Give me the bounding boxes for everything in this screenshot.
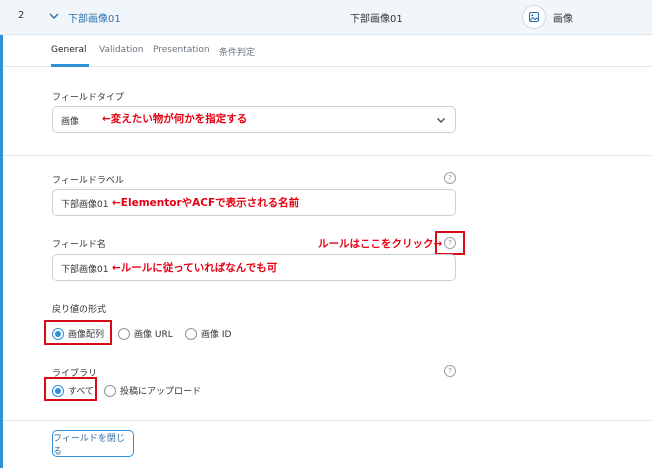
- radio-button[interactable]: [52, 327, 64, 340]
- annotation-help: ルールはここをクリック→: [318, 238, 443, 250]
- radio-label: 投稿にアップロード: [120, 387, 202, 397]
- active-field-indicator: [0, 35, 3, 468]
- tab-validation[interactable]: Validation: [99, 45, 143, 55]
- radio-label: 画像 URL: [134, 330, 173, 340]
- settings-tabs: General Validation Presentation 条件判定: [3, 35, 652, 67]
- radio-option-uploaded-to-post[interactable]: 投稿にアップロード: [104, 384, 201, 397]
- radio-option-image-id[interactable]: 画像 ID: [185, 327, 231, 340]
- annotation-field-name: ←ルールに従っていればなんでも可: [112, 262, 278, 274]
- field-type-label: フィールドタイプ: [52, 93, 124, 103]
- section-divider: [3, 420, 652, 421]
- annotation-field-type: ←変えたい物が何かを指定する: [102, 113, 248, 125]
- image-icon: [522, 5, 546, 29]
- field-type-value: 画像: [61, 117, 80, 127]
- field-order-number: 2: [18, 10, 25, 21]
- chevron-down-icon: [435, 114, 447, 126]
- radio-button[interactable]: [185, 327, 197, 340]
- field-header-label[interactable]: 下部画像01: [68, 10, 121, 25]
- radio-label: 画像配列: [68, 330, 105, 340]
- active-tab-underline: [51, 64, 89, 67]
- field-header-type: 画像: [553, 14, 573, 25]
- radio-option-image-url[interactable]: 画像 URL: [118, 327, 173, 340]
- tab-conditional-logic[interactable]: 条件判定: [219, 45, 255, 58]
- question-circle-icon[interactable]: ?: [444, 172, 456, 184]
- radio-option-image-array[interactable]: 画像配列: [52, 327, 104, 340]
- field-label-label: フィールドラベル: [52, 176, 124, 186]
- field-header-row[interactable]: 2 下部画像01 下部画像01 画像: [0, 0, 652, 35]
- field-name-label: フィールド名: [52, 240, 106, 250]
- radio-label: すべて: [68, 387, 95, 397]
- radio-button[interactable]: [52, 384, 64, 397]
- return-format-label: 戻り値の形式: [52, 305, 107, 315]
- section-divider: [3, 155, 652, 156]
- field-header-name: 下部画像01: [350, 14, 403, 25]
- question-circle-icon[interactable]: ?: [444, 237, 456, 249]
- radio-option-all[interactable]: すべて: [52, 384, 94, 397]
- close-field-button[interactable]: フィールドを閉じる: [52, 430, 134, 457]
- annotation-field-label: ←ElementorやACFで表示される名前: [112, 197, 300, 209]
- question-circle-icon[interactable]: ?: [444, 365, 456, 377]
- chevron-down-icon[interactable]: [47, 9, 61, 23]
- tab-general[interactable]: General: [51, 45, 86, 55]
- field-name-value: 下部画像01: [61, 265, 109, 275]
- radio-label: 画像 ID: [201, 330, 232, 340]
- radio-button[interactable]: [104, 384, 116, 397]
- radio-button[interactable]: [118, 327, 130, 340]
- field-label-value: 下部画像01: [61, 200, 109, 210]
- tab-presentation[interactable]: Presentation: [153, 45, 210, 55]
